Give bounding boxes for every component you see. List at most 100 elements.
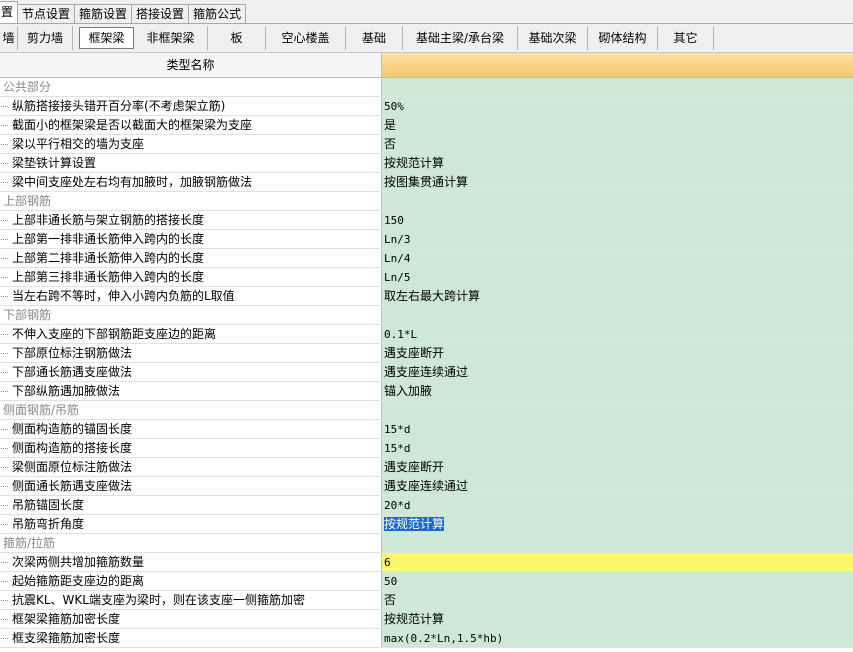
table-row[interactable]: 梁中间支座处左右均有加腋时，加腋钢筋做法 按图集贯通计算 [0,173,853,192]
table-row[interactable]: 下部通长筋遇支座做法 遇支座连续通过 [0,363,853,382]
table-row[interactable]: 梁垫铁计算设置 按规范计算 [0,154,853,173]
row-value: 按规范计算 [384,156,445,170]
table-row[interactable]: 吊筋锚固长度 20*d [0,496,853,515]
row-value-cell[interactable]: 遇支座断开 [382,344,853,362]
row-name: 起始箍筋距支座边的距离 [0,572,382,590]
row-value-cell[interactable]: 否 [382,591,853,609]
table-row[interactable]: 次梁两侧共增加箍筋数量 6 [0,553,853,572]
row-value: 按规范计算 [384,612,445,626]
row-value-cell[interactable]: 按规范计算 [382,515,853,533]
row-value-cell[interactable]: 按图集贯通计算 [382,173,853,191]
tab-node-settings[interactable]: 节点设置 [17,4,76,23]
table-row[interactable]: 侧面构造筋的锚固长度 15*d [0,420,853,439]
group-label: 下部钢筋 [0,306,382,324]
row-name: 上部第一排非通长筋伸入跨内的长度 [0,230,382,248]
table-row[interactable]: 起始箍筋距支座边的距离 50 [0,572,853,591]
table-row[interactable]: 不伸入支座的下部钢筋距支座边的距离 0.1*L [0,325,853,344]
member-category-bar: 墙 剪力墙 框架梁 非框架梁 板 空心楼盖 基础 基础主梁/承台梁 基础次梁 砌… [0,24,853,53]
category-slab[interactable]: 板 [208,26,266,50]
row-value-cell[interactable]: 15*d [382,420,853,438]
row-value-cell[interactable]: Ln/3 [382,230,853,248]
category-foundation-main-beam[interactable]: 基础主梁/承台梁 [403,26,518,50]
row-value-cell[interactable]: 6 [382,553,853,571]
table-row[interactable]: 当左右跨不等时，伸入小跨内负筋的L取值 取左右最大跨计算 [0,287,853,306]
row-value-cell[interactable]: 50 [382,572,853,590]
row-value-cell[interactable]: max(0.2*Ln,1.5*hb) [382,629,853,647]
column-header-type-name: 类型名称 [0,53,382,77]
category-shear-wall[interactable]: 剪力墙 [18,26,73,50]
row-value: 否 [384,593,397,607]
grid-header: 类型名称 [0,53,853,78]
row-value-cell[interactable]: 150 [382,211,853,229]
table-row[interactable]: 纵筋搭接接头错开百分率(不考虑架立筋) 50% [0,97,853,116]
category-hollow-floor[interactable]: 空心楼盖 [266,26,346,50]
row-value: 20*d [384,499,411,512]
row-value-cell[interactable]: 20*d [382,496,853,514]
row-name: 不伸入支座的下部钢筋距支座边的距离 [0,325,382,343]
table-row[interactable]: 侧面通长筋遇支座做法 遇支座连续通过 [0,477,853,496]
row-value: 遇支座连续通过 [384,479,469,493]
category-foundation-secondary-beam[interactable]: 基础次梁 [518,26,588,50]
row-value-cell[interactable]: 50% [382,97,853,115]
row-value-cell[interactable]: 否 [382,135,853,153]
row-value-cell[interactable]: 是 [382,116,853,134]
group-row: 公共部分 [0,78,853,97]
row-value: 50 [384,575,398,588]
row-value: 15*d [384,442,411,455]
row-value-cell[interactable]: Ln/4 [382,249,853,267]
table-row[interactable]: 吊筋弯折角度 按规范计算 [0,515,853,534]
table-row[interactable]: 框架梁箍筋加密长度 按规范计算 [0,610,853,629]
row-value: 6 [384,556,391,569]
category-non-frame-beam[interactable]: 非框架梁 [134,26,208,50]
table-row[interactable]: 上部第二排非通长筋伸入跨内的长度 Ln/4 [0,249,853,268]
category-frame-beam[interactable]: 框架梁 [79,27,134,49]
row-name: 下部纵筋遇加腋做法 [0,382,382,400]
table-row[interactable]: 下部原位标注钢筋做法 遇支座断开 [0,344,853,363]
table-row[interactable]: 梁侧面原位标注筋做法 遇支座断开 [0,458,853,477]
category-other[interactable]: 其它 [658,26,714,50]
row-name: 上部第三排非通长筋伸入跨内的长度 [0,268,382,286]
row-value-cell[interactable]: 遇支座连续通过 [382,363,853,381]
table-row[interactable]: 侧面构造筋的搭接长度 15*d [0,439,853,458]
row-value-cell[interactable]: Ln/5 [382,268,853,286]
row-name: 侧面构造筋的搭接长度 [0,439,382,457]
row-name: 侧面构造筋的锚固长度 [0,420,382,438]
row-value-cell[interactable]: 取左右最大跨计算 [382,287,853,305]
table-row[interactable]: 下部纵筋遇加腋做法 锚入加腋 [0,382,853,401]
table-row[interactable]: 框支梁箍筋加密长度 max(0.2*Ln,1.5*hb) [0,629,853,648]
row-value-cell[interactable]: 按规范计算 [382,610,853,628]
table-row[interactable]: 上部非通长筋与架立钢筋的搭接长度 150 [0,211,853,230]
row-value: 是 [384,118,397,132]
row-value: 锚入加腋 [384,384,433,398]
row-value-cell[interactable]: 遇支座断开 [382,458,853,476]
row-value-cell[interactable]: 遇支座连续通过 [382,477,853,495]
row-value-cell[interactable]: 锚入加腋 [382,382,853,400]
table-row[interactable]: 截面小的框架梁是否以截面大的框架梁为支座是 [0,116,853,135]
row-value: max(0.2*Ln,1.5*hb) [384,632,504,645]
table-row[interactable]: 梁以平行相交的墙为支座否 [0,135,853,154]
tab-stirrup-formula[interactable]: 箍筋公式 [188,4,247,23]
row-value: Ln/4 [384,252,411,265]
row-name: 侧面通长筋遇支座做法 [0,477,382,495]
table-row[interactable]: 上部第三排非通长筋伸入跨内的长度 Ln/5 [0,268,853,287]
row-name: 上部第二排非通长筋伸入跨内的长度 [0,249,382,267]
tab-lap-settings[interactable]: 搭接设置 [131,4,190,23]
category-foundation[interactable]: 基础 [346,26,403,50]
group-row: 侧面钢筋/吊筋 [0,401,853,420]
row-value-cell [382,401,853,419]
category-wall[interactable]: 墙 [0,26,18,50]
row-name: 下部通长筋遇支座做法 [0,363,382,381]
category-masonry-structure[interactable]: 砌体结构 [588,26,658,50]
table-row[interactable]: 抗震KL、WKL端支座为梁时，则在该支座一侧箍筋加密否 [0,591,853,610]
row-value-cell[interactable]: 按规范计算 [382,154,853,172]
group-label: 上部钢筋 [0,192,382,210]
table-row[interactable]: 上部第一排非通长筋伸入跨内的长度 Ln/3 [0,230,853,249]
group-label: 箍筋/拉筋 [0,534,382,552]
row-value-cell[interactable]: 0.1*L [382,325,853,343]
row-value-cell [382,192,853,210]
tab-stirrup-settings[interactable]: 箍筋设置 [74,4,133,23]
row-value-cell[interactable]: 15*d [382,439,853,457]
row-value-cell [382,78,853,96]
row-value: 否 [384,137,397,151]
tab-general-settings[interactable]: 置 [0,1,19,23]
